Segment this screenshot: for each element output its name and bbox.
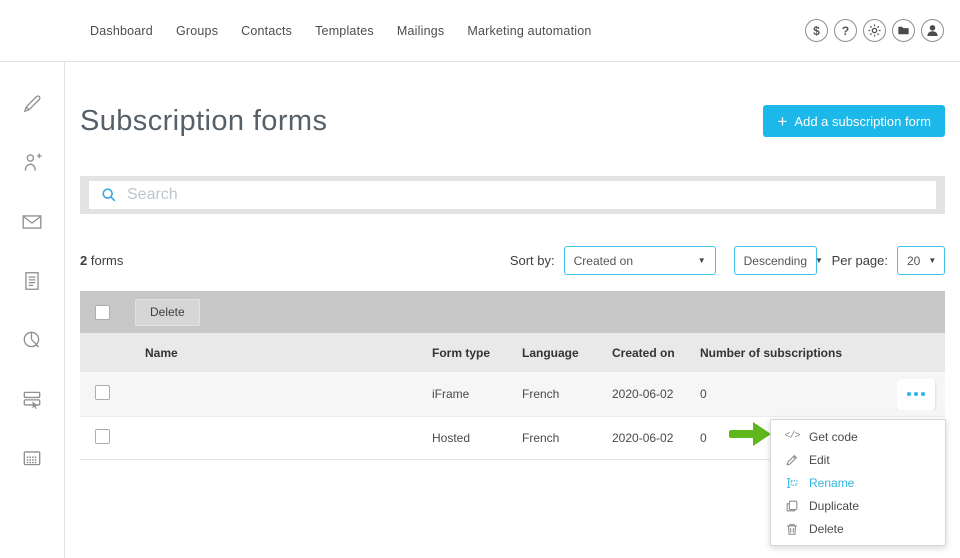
- top-nav-items: Dashboard Groups Contacts Templates Mail…: [90, 24, 592, 38]
- trash-icon: [784, 521, 800, 537]
- sort-by-label: Sort by:: [510, 253, 555, 268]
- menu-item-rename[interactable]: Rename: [771, 471, 945, 494]
- list-icon[interactable]: [21, 270, 43, 292]
- per-page-select[interactable]: 20 ▼: [897, 246, 945, 275]
- menu-item-get-code[interactable]: </> Get code: [771, 425, 945, 448]
- forms-count: 2 forms: [80, 253, 123, 268]
- row-checkbox[interactable]: [95, 385, 110, 400]
- stats-icon[interactable]: [21, 329, 43, 351]
- nav-item-dashboard[interactable]: Dashboard: [90, 24, 153, 38]
- code-icon: </>: [784, 429, 800, 445]
- menu-item-delete[interactable]: Delete: [771, 517, 945, 540]
- billing-icon[interactable]: $: [805, 19, 828, 42]
- sort-field-select[interactable]: Created on ▼: [564, 246, 716, 275]
- keypad-icon[interactable]: [21, 447, 43, 469]
- cell-subscriptions: 0: [700, 387, 897, 401]
- settings-icon[interactable]: [863, 19, 886, 42]
- chevron-down-icon: ▼: [920, 256, 936, 265]
- nav-item-templates[interactable]: Templates: [315, 24, 374, 38]
- forms-icon[interactable]: [21, 388, 43, 410]
- chevron-down-icon: ▼: [690, 256, 706, 265]
- table-row: iFrame French 2020-06-02 0: [80, 372, 945, 416]
- account-icon[interactable]: [921, 19, 944, 42]
- nav-item-groups[interactable]: Groups: [176, 24, 218, 38]
- plus-icon: +: [777, 113, 787, 130]
- email-icon[interactable]: [21, 211, 43, 233]
- column-header-created-on: Created on: [612, 346, 700, 360]
- bulk-actions-band: Delete: [80, 291, 945, 333]
- help-icon[interactable]: ?: [834, 19, 857, 42]
- pencil-icon: [784, 452, 800, 468]
- column-header-form-type: Form type: [432, 346, 522, 360]
- page-title: Subscription forms: [80, 105, 327, 138]
- sort-direction-select[interactable]: Descending ▼: [734, 246, 817, 275]
- bulk-delete-button[interactable]: Delete: [135, 299, 200, 326]
- cell-language: French: [522, 431, 612, 445]
- nav-item-contacts[interactable]: Contacts: [241, 24, 292, 38]
- green-arrow-annotation: [728, 420, 772, 448]
- search-input[interactable]: [127, 186, 924, 204]
- design-icon[interactable]: [21, 93, 43, 115]
- per-page-label: Per page:: [832, 253, 888, 268]
- left-sidebar: [0, 62, 65, 558]
- menu-item-edit[interactable]: Edit: [771, 448, 945, 471]
- column-header-subscriptions: Number of subscriptions: [700, 346, 897, 360]
- column-header-name: Name: [145, 346, 432, 360]
- add-contact-icon[interactable]: [21, 152, 43, 174]
- cell-form-type: iFrame: [432, 387, 522, 401]
- nav-item-marketing-automation[interactable]: Marketing automation: [467, 24, 591, 38]
- row-checkbox[interactable]: [95, 429, 110, 444]
- folder-icon[interactable]: [892, 19, 915, 42]
- add-subscription-form-button[interactable]: + Add a subscription form: [763, 105, 945, 137]
- menu-item-duplicate[interactable]: Duplicate: [771, 494, 945, 517]
- nav-item-mailings[interactable]: Mailings: [397, 24, 444, 38]
- search-band: [80, 176, 945, 214]
- row-actions-menu: </> Get code Edit Rename Duplicate Delet…: [770, 419, 946, 546]
- search-icon: [101, 187, 117, 203]
- top-navigation: Dashboard Groups Contacts Templates Mail…: [0, 0, 960, 62]
- select-all-checkbox[interactable]: [95, 305, 110, 320]
- cell-language: French: [522, 387, 612, 401]
- chevron-down-icon: ▼: [807, 256, 823, 265]
- cell-created-on: 2020-06-02: [612, 387, 700, 401]
- column-header-language: Language: [522, 346, 612, 360]
- rename-icon: [784, 475, 800, 491]
- cell-created-on: 2020-06-02: [612, 431, 700, 445]
- row-actions-button[interactable]: [897, 379, 935, 410]
- table-header-row: Name Form type Language Created on Numbe…: [80, 333, 945, 372]
- cell-form-type: Hosted: [432, 431, 522, 445]
- top-nav-icon-group: $ ?: [805, 19, 944, 42]
- duplicate-icon: [784, 498, 800, 514]
